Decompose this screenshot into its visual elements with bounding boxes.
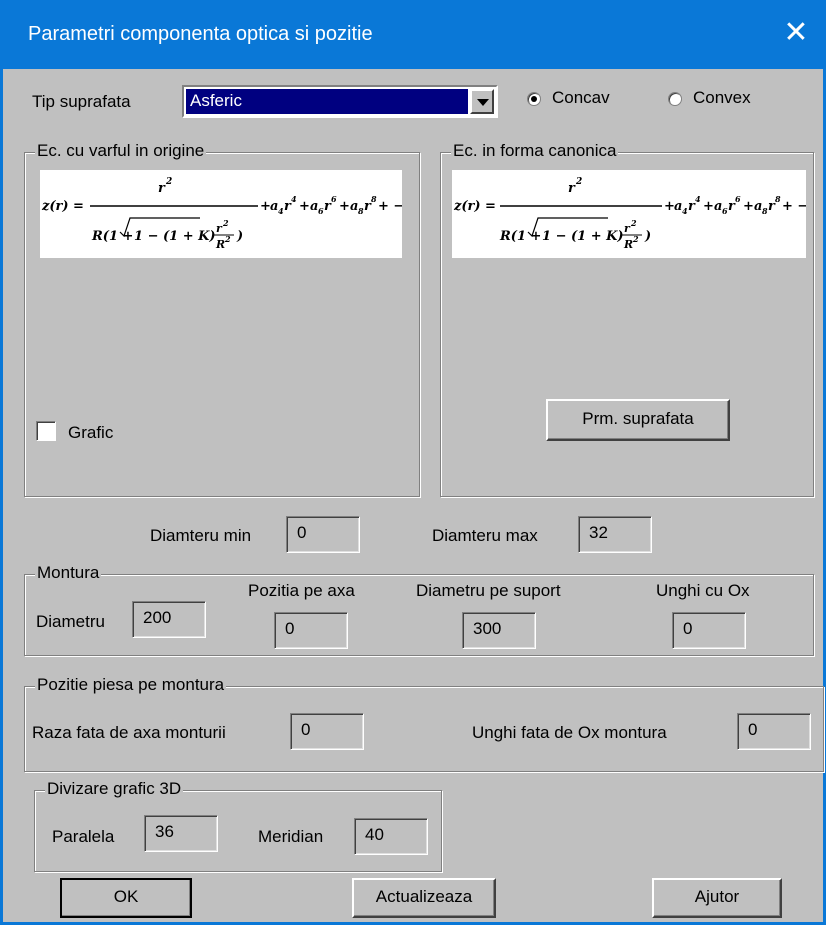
formula-lhs: z(r) = [41,199,84,214]
formula-frac-num: r [216,222,223,235]
meridian-field[interactable]: 40 [354,818,428,855]
svg-text:+: + [703,199,714,214]
graph3d-legend: Divizare grafic 3D [45,779,184,799]
surface-type-label: Tip suprafata [32,92,131,111]
axis-position-label: Pozitia pe axa [248,581,355,600]
eq-canonical-legend: Ec. in forma canonica [451,141,619,161]
meridian-label: Meridian [258,827,324,846]
svg-text:): ) [644,229,651,244]
svg-text:+: + [339,199,350,214]
formula-denom-root: 1 − (1 + K) [134,229,216,244]
svg-text:6: 6 [735,194,741,204]
concave-radio[interactable] [527,92,541,106]
title-bar: Parametri componenta optica si pozitie ✕ [0,0,826,69]
formula-frac-den: R [215,238,225,251]
svg-text:+: + [743,199,754,214]
svg-text:1 − (1 + K): 1 − (1 + K) [542,229,624,244]
concave-label: Concav [552,88,610,107]
mount-diameter-label: Diametru [36,612,105,631]
mount-legend: Montura [35,563,102,583]
svg-text:2: 2 [630,218,637,228]
svg-text:2: 2 [632,234,639,244]
graph-label: Grafic [68,423,114,442]
convex-radio[interactable] [668,92,682,106]
formula-denom-suffix: ) [236,229,243,244]
svg-text:2: 2 [575,177,582,187]
svg-text:R(1 +: R(1 + [499,229,541,244]
graph-checkbox[interactable] [36,421,56,441]
formula-denom-prefix: R(1 + [91,229,133,244]
mount-angle-label: Unghi cu Ox [656,581,750,600]
svg-text:+ −: + − [782,199,806,214]
mount-ox-angle-field[interactable]: 0 [737,713,811,750]
ok-button[interactable]: OK [60,878,192,918]
svg-text:R: R [623,238,633,251]
formula-tail-end: + − [378,199,402,214]
formula-num-exp: 2 [165,177,172,187]
axis-radius-field[interactable]: 0 [290,713,364,750]
formula-frac-num-exp: 2 [222,218,229,228]
chevron-down-icon[interactable] [470,89,494,114]
axis-position-field[interactable]: 0 [274,612,348,649]
svg-text:z(r) =: z(r) = [453,199,496,214]
surface-type-select[interactable]: Asferic [182,85,498,118]
diameter-min-label: Diamteru min [150,526,252,545]
help-button[interactable]: Ajutor [652,878,782,918]
support-diameter-label: Diametru pe suport [416,581,561,600]
axis-radius-label: Raza fata de axa monturii [32,723,226,742]
svg-text:8: 8 [371,194,377,204]
svg-text:r: r [568,181,576,196]
svg-text:+: + [299,199,310,214]
support-diameter-field[interactable]: 300 [462,612,536,649]
close-icon[interactable]: ✕ [766,0,826,69]
surface-params-button[interactable]: Prm. suprafata [546,399,730,441]
diameter-max-field[interactable]: 32 [578,516,652,553]
svg-text:4: 4 [291,194,297,204]
diameter-min-field[interactable]: 0 [286,516,360,553]
parallel-field[interactable]: 36 [144,815,218,852]
update-button[interactable]: Actualizeaza [352,878,496,918]
formula-frac-den-exp: 2 [224,234,231,244]
svg-text:6: 6 [331,194,337,204]
mount-angle-field[interactable]: 0 [672,612,746,649]
mount-ox-angle-label: Unghi fata de Ox montura [472,723,667,742]
window-title: Parametri componenta optica si pozitie [28,23,373,45]
eq-origin-legend: Ec. cu varful in origine [35,141,207,161]
diameter-max-label: Diamteru max [432,526,538,545]
convex-label: Convex [693,88,751,107]
mount-diameter-field[interactable]: 200 [132,601,206,638]
eq-canonical-formula: z(r) = r 2 R(1 + 1 − (1 + K) r 2 R 2 ) +… [452,170,806,258]
surface-type-value: Asferic [186,89,468,114]
parallel-label: Paralela [52,827,115,846]
eq-origin-formula: z(r) = r 2 R(1 + 1 − (1 + K) r 2 R 2 ) +… [40,170,402,258]
svg-text:4: 4 [695,194,701,204]
formula-numerator: r [158,181,166,196]
svg-text:r: r [624,222,631,235]
piece-position-legend: Pozitie piesa pe montura [35,675,227,695]
svg-text:8: 8 [775,194,781,204]
